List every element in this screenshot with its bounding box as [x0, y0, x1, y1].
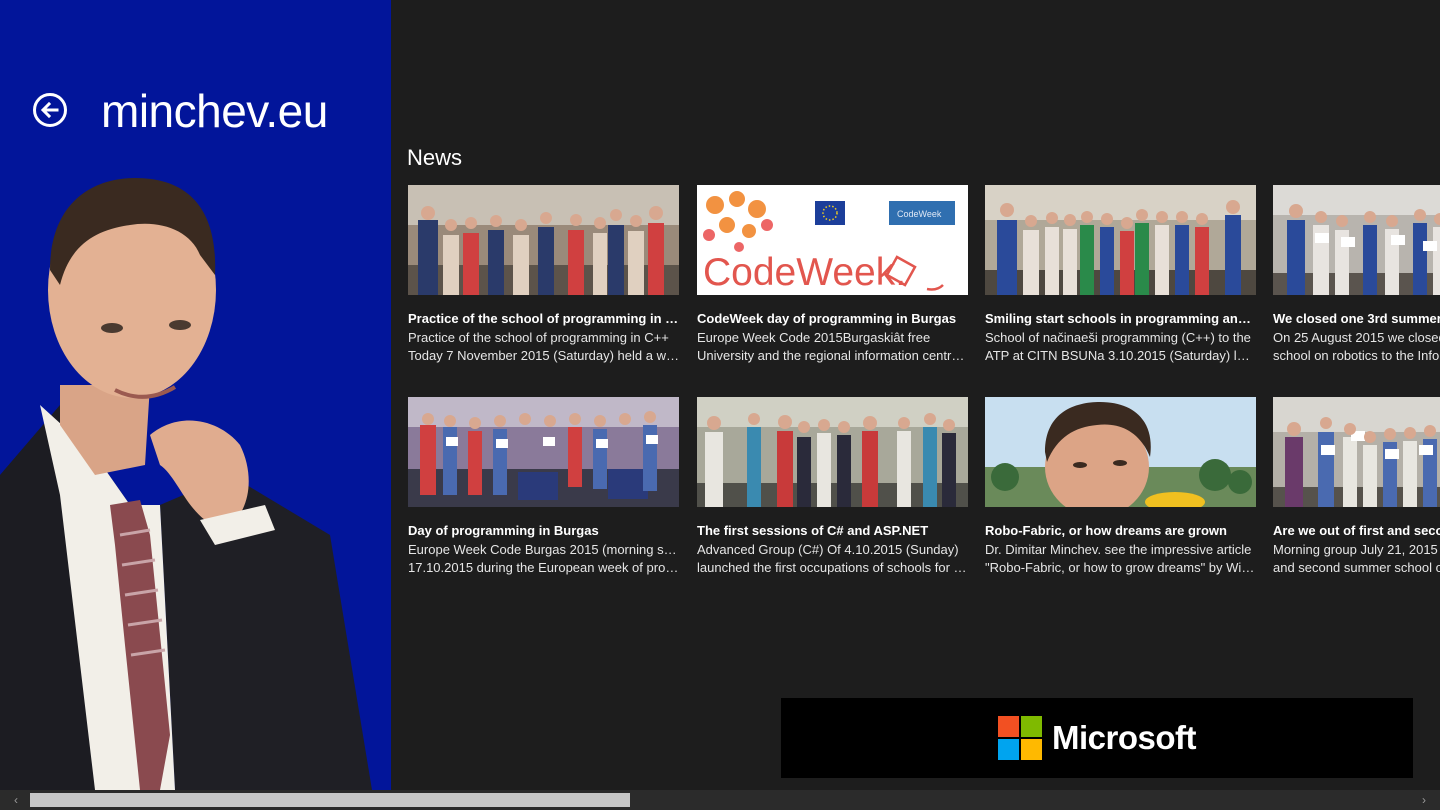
news-tile[interactable]: Practice of the school of programming in… [408, 185, 679, 375]
news-tile[interactable]: Day of programming in Burgas Europe Week… [408, 397, 679, 585]
portrait-image [0, 178, 372, 790]
news-thumbnail [985, 397, 1256, 507]
news-excerpt: school on robotics to the Infor [1273, 348, 1440, 363]
section-heading-news: News [407, 145, 463, 170]
news-thumbnail [1273, 185, 1440, 295]
news-title: Are we out of first and secon [1273, 523, 1440, 538]
news-thumbnail [985, 185, 1256, 295]
news-title: Robo-Fabric, or how dreams are grown [985, 523, 1227, 538]
back-button[interactable] [33, 93, 67, 127]
news-excerpt: On 25 August 2015 we closed o [1273, 330, 1440, 345]
horizontal-scrollbar[interactable]: ‹ › [0, 790, 1440, 810]
news-excerpt: Europe Week Code Burgas 2015 (morning se… [408, 542, 679, 557]
news-title: Smiling start schools in programming and… [985, 311, 1256, 326]
news-thumbnail: CodeWeek CodeWeek. [697, 185, 968, 295]
news-excerpt: Morning group July 21, 2015 we [1273, 542, 1440, 557]
microsoft-ad-banner[interactable]: Microsoft [781, 698, 1413, 778]
scrollbar-thumb[interactable] [30, 793, 630, 807]
news-thumbnail [408, 185, 679, 295]
news-excerpt: University and the regional information … [697, 348, 968, 363]
news-tile[interactable]: We closed one 3rd summer s On 25 August … [1273, 185, 1440, 375]
ad-brand-text: Microsoft [1052, 719, 1197, 756]
news-excerpt: 17.10.2015 during the European week of p… [408, 560, 679, 575]
news-tile[interactable]: Robo-Fabric, or how dreams are grown Dr.… [985, 397, 1256, 585]
app-title: minchev.eu [101, 85, 328, 137]
news-tile[interactable]: Smiling start schools in programming and… [985, 185, 1256, 375]
news-title: Practice of the school of programming in… [408, 311, 679, 326]
news-title: We closed one 3rd summer s [1273, 311, 1440, 326]
news-excerpt: ATP at CITN BSUNa 3.10.2015 (Saturday) l… [985, 348, 1256, 363]
news-tile[interactable]: The first sessions of C# and ASP.NET Adv… [697, 397, 968, 585]
hero-panel: minchev.eu [0, 0, 391, 790]
news-excerpt: Dr. Dimitar Minchev. see the impressive … [985, 542, 1252, 557]
news-title: CodeWeek day of programming in Burgas [697, 311, 957, 326]
news-thumbnail [408, 397, 679, 507]
svg-text:CodeWeek: CodeWeek [897, 209, 942, 219]
news-grid: Practice of the school of programming in… [408, 185, 1440, 585]
scroll-right-icon[interactable]: › [1414, 790, 1434, 810]
news-excerpt: Today 7 November 2015 (Saturday) held a … [408, 348, 679, 363]
arrow-left-icon [40, 101, 59, 119]
news-title: Day of programming in Burgas [408, 523, 599, 538]
news-thumbnail [1273, 397, 1440, 507]
news-excerpt: School of načinaeši programming (C++) to… [985, 330, 1251, 345]
news-excerpt: Practice of the school of programming in… [408, 330, 669, 345]
codeweek-logo-text: CodeWeek. [703, 251, 906, 294]
microsoft-logo-icon [998, 716, 1042, 760]
news-excerpt: launched the first occupations of school… [697, 560, 968, 575]
news-excerpt: and second summer school on [1273, 560, 1440, 575]
news-tile[interactable]: CodeWeek CodeWeek. CodeWeek day of progr… [697, 185, 968, 375]
news-excerpt: "Robo-Fabric, or how to grow dreams" by … [985, 560, 1256, 575]
scroll-left-icon[interactable]: ‹ [6, 790, 26, 810]
news-thumbnail [697, 397, 968, 507]
news-tile[interactable]: Are we out of first and secon Morning gr… [1273, 397, 1440, 585]
news-title: The first sessions of C# and ASP.NET [697, 523, 929, 538]
news-excerpt: Advanced Group (C#) Of 4.10.2015 (Sunday… [697, 542, 959, 557]
news-excerpt: Europe Week Code 2015Burgaskiât free [697, 330, 931, 345]
